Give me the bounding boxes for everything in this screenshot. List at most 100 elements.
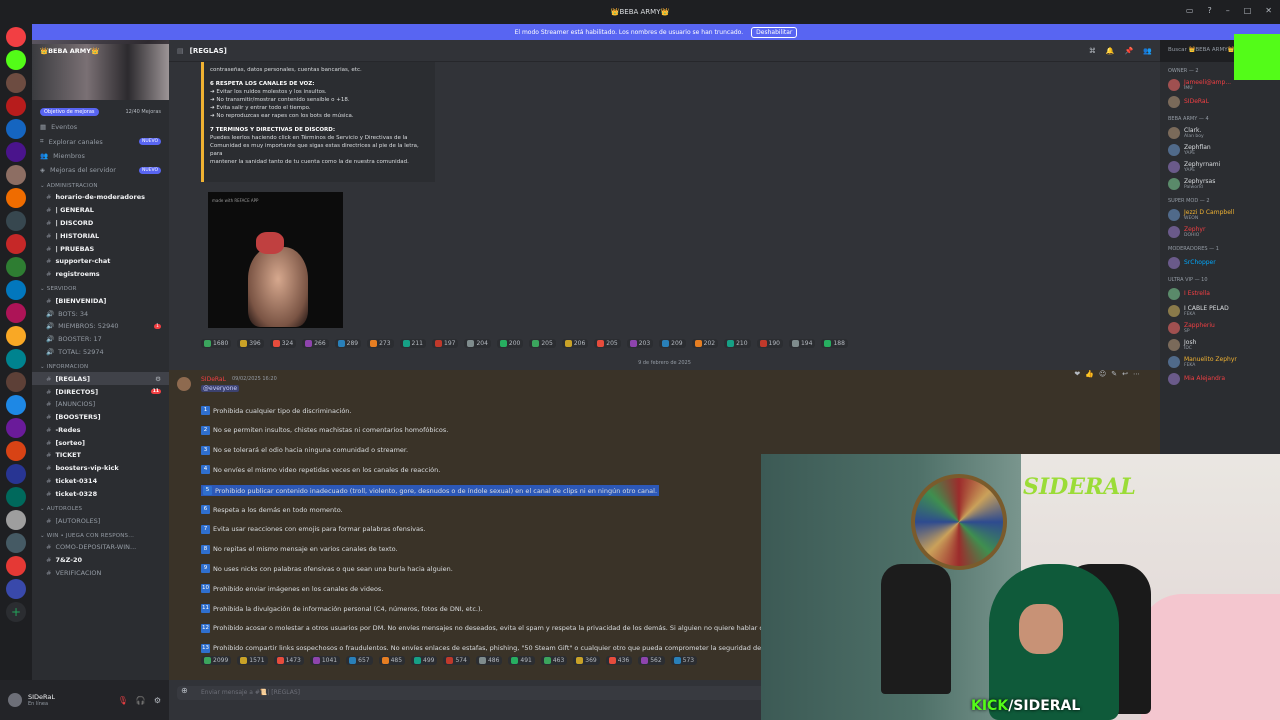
settings-icon[interactable]: ⚙ [155, 375, 161, 383]
member-item[interactable]: Zephflan YAPE [1160, 141, 1280, 158]
reaction[interactable]: 266 [302, 339, 329, 348]
reaction[interactable]: 197 [432, 339, 459, 348]
channel-item[interactable]: # | HISTORIAL [32, 229, 169, 242]
reaction[interactable]: 436 [605, 656, 633, 665]
server-icon[interactable] [6, 257, 26, 277]
server-icon[interactable] [6, 487, 26, 507]
server-icon[interactable] [6, 73, 26, 93]
inbox-icon[interactable]: ▭ [1186, 6, 1194, 15]
reaction[interactable]: 463 [540, 656, 568, 665]
reaction[interactable]: 206 [561, 339, 589, 348]
reaction[interactable]: 205 [529, 339, 556, 348]
server-icon[interactable] [6, 119, 26, 139]
reaction[interactable]: 396 [237, 339, 264, 348]
member-item[interactable]: SIDeRaL [1160, 93, 1280, 110]
category-servidor[interactable]: ⌄ SERVIDOR [32, 280, 169, 294]
channel-item[interactable]: # [BIENVENIDA] [32, 294, 169, 307]
reaction[interactable]: 200 [496, 339, 524, 348]
category-informacion[interactable]: ⌄ INFORMACION [32, 358, 169, 372]
channel-item[interactable]: # [sorteo] [32, 436, 169, 449]
voice-channel-item[interactable]: 🔊 BOOSTER: 17 [32, 333, 169, 346]
server-icon[interactable] [6, 464, 26, 484]
reaction[interactable]: 210 [724, 339, 751, 348]
reaction[interactable]: 211 [399, 339, 426, 348]
reaction[interactable]: 204 [464, 339, 491, 348]
channel-item[interactable]: # | DISCORD [32, 217, 169, 230]
server-icon[interactable] [6, 96, 26, 116]
member-list-icon[interactable]: 👥 [1143, 47, 1152, 55]
voice-channel-item[interactable]: 🔊 BOTS: 34 [32, 307, 169, 320]
reaction-heart-icon[interactable]: ❤ [1074, 370, 1080, 378]
channel-item[interactable]: # boosters-vip-kick [32, 462, 169, 475]
channel-item[interactable]: # registroems [32, 268, 169, 281]
server-icon[interactable] [6, 188, 26, 208]
reaction[interactable]: 1680 [201, 339, 232, 348]
nav-boosts[interactable]: ◈ Mejoras del servidor NUEVO [32, 163, 169, 177]
server-icon[interactable] [6, 211, 26, 231]
threads-icon[interactable]: ⌘ [1089, 47, 1096, 55]
reaction[interactable]: 1473 [273, 656, 304, 665]
member-item[interactable]: Jezzi D Campbell WEON [1160, 206, 1280, 223]
server-icon[interactable] [6, 395, 26, 415]
boost-progress[interactable]: Objetivo de mejoras 12/40 Mejoras [32, 100, 169, 120]
voice-channel-item[interactable]: 🔊 TOTAL: 52974 [32, 346, 169, 359]
avatar[interactable] [177, 377, 191, 391]
nav-members[interactable]: 👥 Miembros [32, 149, 169, 163]
member-item[interactable]: Manuelito Zephyr FEKA [1160, 353, 1280, 370]
member-item[interactable]: Zappheriu SP [1160, 319, 1280, 336]
member-item[interactable]: Mia Alejandra [1160, 370, 1280, 387]
server-icon[interactable] [6, 234, 26, 254]
server-icon[interactable] [6, 533, 26, 553]
reaction[interactable]: 203 [626, 339, 654, 348]
member-item[interactable]: SrChopper [1160, 254, 1280, 271]
reaction[interactable]: 657 [346, 656, 373, 665]
reaction[interactable]: 369 [573, 656, 600, 665]
close-icon[interactable]: ✕ [1265, 6, 1272, 15]
reaction[interactable]: 1041 [309, 656, 341, 665]
reaction[interactable]: 499 [411, 656, 438, 665]
reaction[interactable]: 202 [691, 339, 719, 348]
attached-image[interactable]: made with REFACE APP [208, 192, 343, 328]
reaction[interactable]: 324 [269, 339, 297, 348]
channel-item[interactable]: # | GENERAL [32, 204, 169, 217]
reaction[interactable]: 205 [594, 339, 621, 348]
reaction[interactable]: 573 [670, 656, 698, 665]
channel-item[interactable]: # [ANUNCIOS] [32, 398, 169, 411]
channel-item[interactable]: #7&Z-20 [32, 554, 169, 567]
everyone-mention[interactable]: @everyone [201, 385, 240, 392]
channel-item[interactable]: # [AUTOROLES] [32, 514, 169, 527]
server-icon[interactable] [6, 280, 26, 300]
reaction[interactable]: 194 [788, 339, 816, 348]
category-administracion[interactable]: ⌄ ADMINISTRACION [32, 177, 169, 191]
member-item[interactable]: Josh IDC [1160, 336, 1280, 353]
more-icon[interactable]: ⋯ [1133, 370, 1140, 378]
channel-item[interactable]: # | PRUEBAS [32, 242, 169, 255]
reaction-thumbs-icon[interactable]: 👍 [1085, 370, 1094, 378]
channel-item[interactable]: # [DIRECTOS] 11 [32, 385, 169, 398]
reply-icon[interactable]: ↩ [1122, 370, 1128, 378]
edit-icon[interactable]: ✎ [1111, 370, 1117, 378]
reaction[interactable]: 273 [367, 339, 394, 348]
add-reaction-icon[interactable]: ☺ [1099, 370, 1106, 378]
reaction[interactable]: 2099 [201, 656, 232, 665]
help-icon[interactable]: ? [1207, 6, 1211, 15]
server-icon[interactable] [6, 579, 26, 599]
server-icon[interactable] [6, 142, 26, 162]
reaction[interactable]: 190 [756, 339, 783, 348]
maximize-icon[interactable]: □ [1244, 6, 1252, 15]
reaction[interactable]: 486 [475, 656, 503, 665]
channel-item[interactable]: # ticket-0328 [32, 487, 169, 500]
channel-item[interactable]: # VERIFICACION [32, 567, 169, 580]
bell-icon[interactable]: 🔔 [1106, 47, 1115, 55]
server-icon[interactable] [6, 326, 26, 346]
reaction[interactable]: 491 [508, 656, 535, 665]
avatar[interactable] [8, 693, 22, 707]
settings-icon[interactable]: ⚙ [154, 696, 161, 705]
category-win[interactable]: ⌄ WIN • JUEGA CON RESPONS... [32, 527, 169, 541]
channel-item[interactable]: # supporter-chat [32, 255, 169, 268]
channel-item[interactable]: # ticket-0314 [32, 475, 169, 488]
nav-events[interactable]: ▦ Eventos [32, 120, 169, 134]
headphones-icon[interactable]: 🎧 [136, 696, 146, 705]
reaction[interactable]: 1571 [237, 656, 268, 665]
reaction[interactable]: 485 [378, 656, 406, 665]
